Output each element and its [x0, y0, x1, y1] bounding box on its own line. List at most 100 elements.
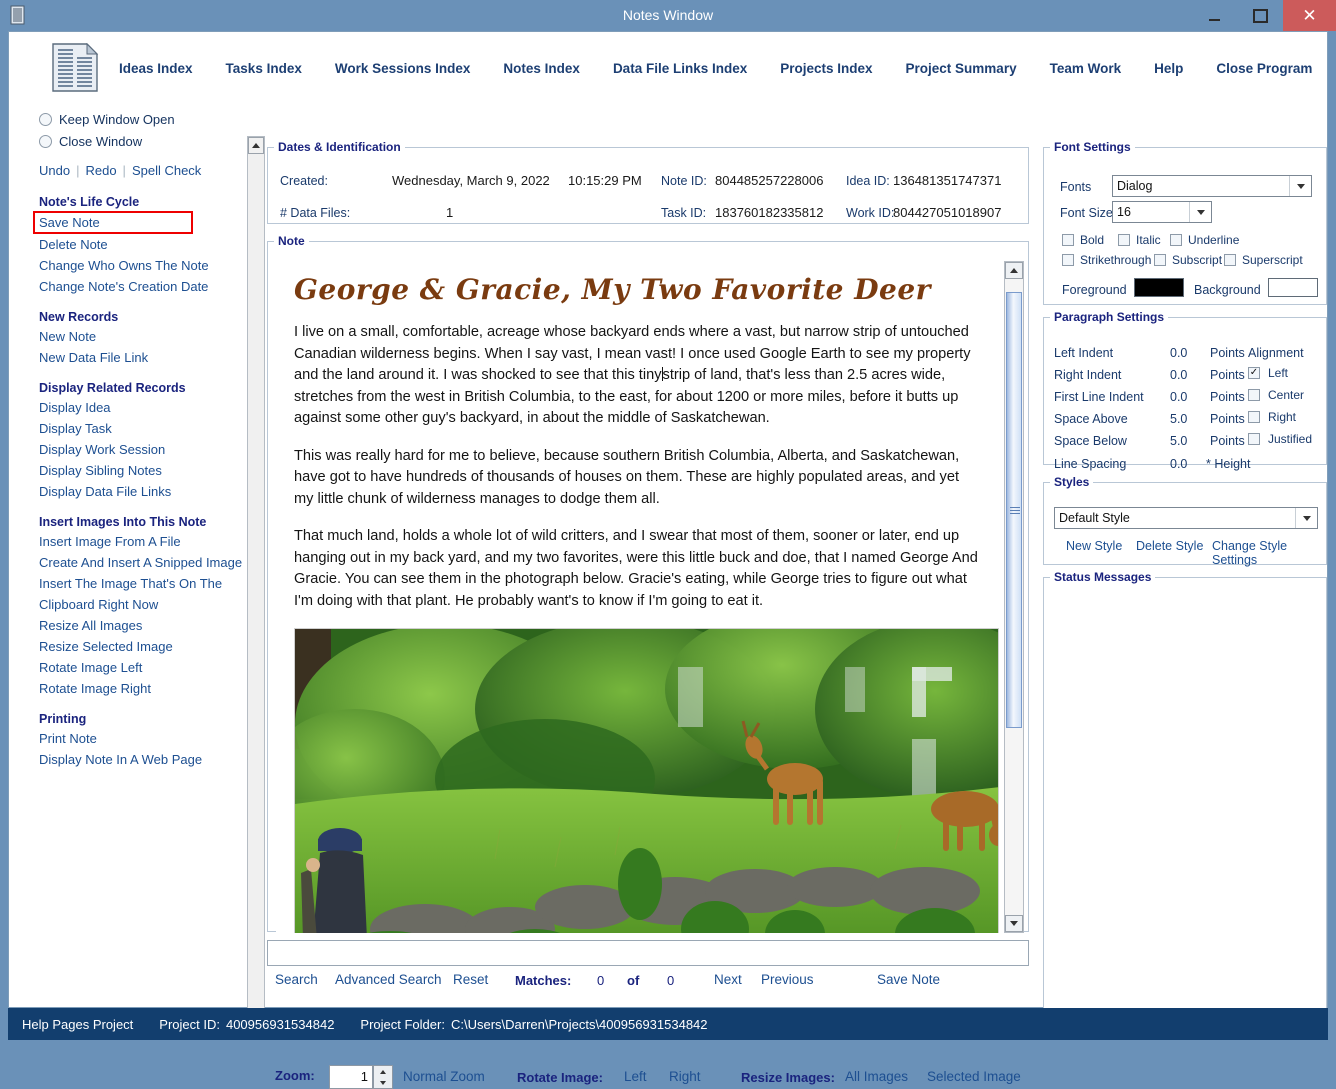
sidebar-item-rotate-image-right[interactable]: Rotate Image Right	[39, 678, 243, 699]
sidebar-item-display-data-file-links[interactable]: Display Data File Links	[39, 481, 243, 502]
checkbox-italic[interactable]	[1118, 234, 1130, 246]
checkbox-subscript[interactable]	[1154, 254, 1166, 266]
sidebar-item-display-idea[interactable]: Display Idea	[39, 397, 243, 418]
section-heading-printing: Printing	[39, 712, 87, 726]
save-note-button[interactable]: Save Note	[877, 972, 940, 987]
sidebar-item-print-note[interactable]: Print Note	[39, 728, 243, 749]
triangle-up-icon	[1010, 268, 1018, 273]
checkbox-align-right[interactable]	[1248, 411, 1260, 423]
undo-button[interactable]: Undo	[39, 163, 70, 178]
zoom-decrement-button[interactable]	[374, 1077, 392, 1088]
checkbox-superscript[interactable]	[1224, 254, 1236, 266]
sidebar-item-resize-all-images[interactable]: Resize All Images	[39, 615, 243, 636]
label-bold: Bold	[1080, 233, 1105, 247]
maximize-button[interactable]	[1237, 0, 1283, 31]
note-photograph[interactable]	[294, 628, 999, 933]
zoom-stepper[interactable]	[373, 1065, 393, 1089]
sidebar-item-save-note[interactable]: Save Note	[33, 211, 193, 234]
previous-button[interactable]: Previous	[761, 972, 814, 987]
note-title: George & Gracie, My Two Favorite Deer	[294, 273, 931, 306]
chevron-down-icon[interactable]	[1289, 176, 1311, 196]
rotate-right-button[interactable]: Right	[669, 1069, 701, 1084]
normal-zoom-button[interactable]: Normal Zoom	[403, 1069, 485, 1084]
nav-projects-index[interactable]: Projects Index	[780, 61, 872, 76]
nav-team-work[interactable]: Team Work	[1050, 61, 1122, 76]
center-pane: Dates & Identification Created: Wednesda…	[267, 136, 1029, 1089]
note-paragraph-2: This was really hard for me to believe, …	[294, 447, 960, 507]
new-style-button[interactable]: New Style	[1066, 539, 1122, 553]
nav-help[interactable]: Help	[1154, 61, 1183, 76]
nav-data-file-links-index[interactable]: Data File Links Index	[613, 61, 747, 76]
spell-check-button[interactable]: Spell Check	[132, 163, 201, 178]
note-vertical-scrollbar[interactable]	[1004, 261, 1024, 933]
scroll-up-button[interactable]	[248, 137, 264, 154]
sidebar-item-display-sibling-notes[interactable]: Display Sibling Notes	[39, 460, 243, 481]
triangle-up-icon	[252, 143, 260, 148]
search-input[interactable]	[267, 940, 1029, 966]
reset-button[interactable]: Reset	[453, 972, 488, 987]
style-select[interactable]: Default Style	[1054, 507, 1318, 529]
task-id-label: Task ID:	[661, 206, 707, 220]
radio-close-window[interactable]: Close Window	[39, 130, 243, 152]
nav-work-sessions-index[interactable]: Work Sessions Index	[335, 61, 471, 76]
search-button[interactable]: Search	[275, 972, 318, 987]
nav-tasks-index[interactable]: Tasks Index	[226, 61, 302, 76]
checkbox-align-left[interactable]: ✓	[1248, 367, 1260, 379]
sidebar-item-resize-selected-image[interactable]: Resize Selected Image	[39, 636, 243, 657]
sidebar-item-delete-note[interactable]: Delete Note	[39, 234, 243, 255]
rotate-left-button[interactable]: Left	[624, 1069, 647, 1084]
foreground-color-swatch[interactable]	[1134, 278, 1184, 297]
zoom-input[interactable]: 1	[329, 1065, 373, 1089]
radio-keep-window-open[interactable]: Keep Window Open	[39, 108, 243, 130]
delete-style-button[interactable]: Delete Style	[1136, 539, 1203, 553]
sidebar-item-change-creation-date[interactable]: Change Note's Creation Date	[39, 276, 243, 297]
sidebar-item-new-note[interactable]: New Note	[39, 326, 243, 347]
checkbox-strikethrough[interactable]	[1062, 254, 1074, 266]
nav-ideas-index[interactable]: Ideas Index	[119, 61, 193, 76]
client-area: Ideas Index Tasks Index Work Sessions In…	[8, 31, 1328, 1089]
chevron-down-icon[interactable]	[1189, 202, 1211, 222]
right-pane: Font Settings Fonts Dialog Font Size 16 …	[1043, 136, 1327, 1039]
sidebar-item-display-task[interactable]: Display Task	[39, 418, 243, 439]
font-size-select[interactable]: 16	[1112, 201, 1212, 223]
next-button[interactable]: Next	[714, 972, 742, 987]
sidebar-item-insert-clipboard-image[interactable]: Insert The Image That's On The Clipboard…	[39, 573, 229, 615]
sidebar-item-display-note-web-page[interactable]: Display Note In A Web Page	[39, 749, 243, 770]
note-editor[interactable]: George & Gracie, My Two Favorite Deer I …	[276, 261, 1006, 933]
note-scroll-up-button[interactable]	[1005, 262, 1023, 279]
font-settings-group: Font Settings Fonts Dialog Font Size 16 …	[1043, 140, 1327, 305]
nav-notes-index[interactable]: Notes Index	[503, 61, 580, 76]
chevron-down-icon[interactable]	[1295, 508, 1317, 528]
page-vertical-scrollbar[interactable]	[247, 136, 265, 1039]
nav-close-program[interactable]: Close Program	[1216, 61, 1312, 76]
sidebar-item-rotate-image-left[interactable]: Rotate Image Left	[39, 657, 243, 678]
paragraph-settings-legend: Paragraph Settings	[1054, 310, 1165, 324]
background-color-swatch[interactable]	[1268, 278, 1318, 297]
right-indent-label: Right Indent	[1054, 368, 1122, 382]
minimize-button[interactable]	[1191, 0, 1237, 31]
zoom-increment-button[interactable]	[374, 1066, 392, 1077]
close-button[interactable]: ✕	[1283, 0, 1336, 31]
resize-all-images-button[interactable]: All Images	[845, 1069, 908, 1084]
status-project-name: Help Pages Project	[22, 1016, 134, 1032]
sidebar-item-change-owner[interactable]: Change Who Owns The Note	[39, 255, 243, 276]
label-align-justified: Justified	[1268, 432, 1313, 446]
checkbox-underline[interactable]	[1170, 234, 1182, 246]
created-label: Created:	[280, 174, 328, 188]
dates-legend: Dates & Identification	[278, 140, 401, 154]
advanced-search-button[interactable]: Advanced Search	[335, 972, 442, 987]
resize-selected-image-button[interactable]: Selected Image	[927, 1069, 1021, 1084]
sidebar-item-create-insert-snipped-image[interactable]: Create And Insert A Snipped Image	[39, 552, 243, 573]
redo-button[interactable]: Redo	[85, 163, 116, 178]
checkbox-bold[interactable]	[1062, 234, 1074, 246]
font-family-select[interactable]: Dialog	[1112, 175, 1312, 197]
checkbox-align-center[interactable]	[1248, 389, 1260, 401]
nav-project-summary[interactable]: Project Summary	[906, 61, 1017, 76]
note-scroll-thumb[interactable]	[1006, 292, 1022, 728]
sidebar-item-display-work-session[interactable]: Display Work Session	[39, 439, 243, 460]
sidebar-item-new-data-file-link[interactable]: New Data File Link	[39, 347, 243, 368]
change-style-settings-button[interactable]: Change Style Settings	[1212, 539, 1326, 567]
sidebar-item-insert-image-from-file[interactable]: Insert Image From A File	[39, 531, 243, 552]
checkbox-align-justified[interactable]	[1248, 433, 1260, 445]
note-scroll-down-button[interactable]	[1005, 915, 1023, 932]
